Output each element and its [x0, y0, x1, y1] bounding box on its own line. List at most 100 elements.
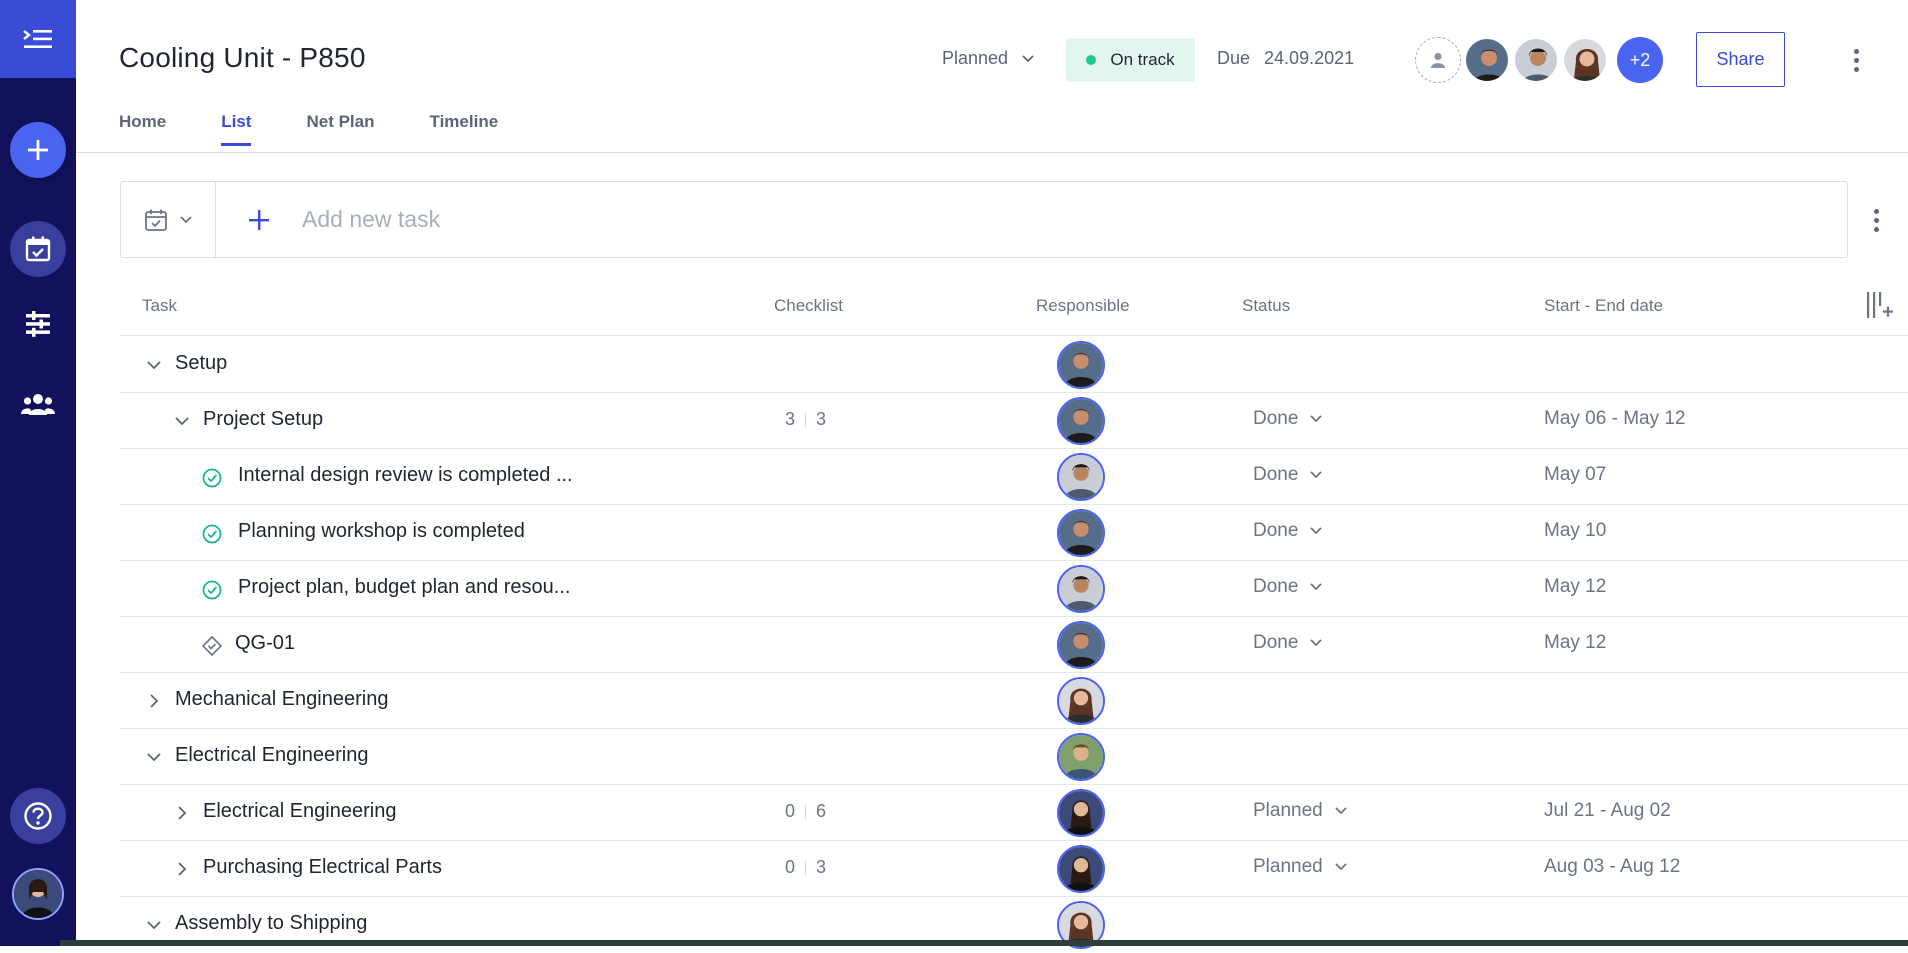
status-label: Done [1253, 464, 1299, 485]
member-avatar[interactable] [1464, 37, 1510, 83]
task-dates[interactable]: May 07 [1544, 464, 1606, 486]
milestone-diamond-icon[interactable] [201, 635, 223, 657]
responsible-avatar[interactable] [1057, 789, 1105, 837]
chevron-down-icon[interactable] [142, 745, 166, 769]
table-row[interactable]: Electrical Engineering 06 Planned Jul 21… [120, 785, 1908, 841]
checklist-done: 0 [785, 801, 796, 821]
responsible-avatar[interactable] [1057, 621, 1105, 669]
column-task[interactable]: Task [142, 296, 177, 316]
column-responsible[interactable]: Responsible [1036, 296, 1130, 316]
task-dates[interactable]: May 10 [1544, 520, 1606, 542]
nav-portfolio[interactable] [16, 302, 60, 346]
status-dropdown[interactable]: Done [1253, 576, 1323, 598]
user-avatar[interactable] [12, 868, 64, 920]
help-button[interactable] [10, 788, 66, 844]
task-name[interactable]: Setup [175, 352, 227, 375]
status-dropdown[interactable]: Done [1253, 464, 1323, 486]
help-icon [24, 802, 52, 830]
checklist-total: 6 [816, 801, 827, 821]
task-dates[interactable]: Aug 03 - Aug 12 [1544, 856, 1680, 878]
table-row[interactable]: Mechanical Engineering [120, 673, 1908, 729]
responsible-avatar[interactable] [1057, 341, 1105, 389]
column-settings-icon[interactable] [1865, 290, 1895, 324]
responsible-avatar[interactable] [1057, 733, 1105, 781]
check-circle-icon[interactable] [201, 467, 223, 489]
add-button[interactable] [10, 122, 66, 178]
task-name[interactable]: Mechanical Engineering [175, 688, 388, 711]
responsible-avatar[interactable] [1057, 453, 1105, 501]
add-task-input[interactable] [302, 206, 1702, 233]
task-name[interactable]: Project plan, budget plan and resou... [238, 576, 570, 599]
status-label: Planned [1253, 856, 1323, 877]
tab-home[interactable]: Home [119, 112, 166, 146]
column-status[interactable]: Status [1242, 296, 1290, 316]
table-row[interactable]: Internal design review is completed ... … [120, 449, 1908, 505]
task-type-dropdown[interactable] [121, 182, 216, 257]
table-row[interactable]: Project plan, budget plan and resou... D… [120, 561, 1908, 617]
due-date[interactable]: Due 24.09.2021 [1217, 48, 1354, 69]
status-dropdown[interactable]: Done [1253, 632, 1323, 654]
table-row[interactable]: QG-01 Done May 12 [120, 617, 1908, 673]
chevron-down-icon [1022, 54, 1034, 62]
table-row[interactable]: Electrical Engineering [120, 729, 1908, 785]
responsible-avatar[interactable] [1057, 397, 1105, 445]
table-header: Task Checklist Responsible Status Start … [120, 290, 1908, 336]
more-members-button[interactable]: +2 [1617, 37, 1663, 83]
member-avatar[interactable] [1562, 37, 1608, 83]
table-row[interactable]: Planning workshop is completed Done May … [120, 505, 1908, 561]
responsible-avatar[interactable] [1057, 509, 1105, 557]
check-circle-icon[interactable] [201, 523, 223, 545]
table-row[interactable]: Setup [120, 337, 1908, 393]
chevron-down-icon[interactable] [142, 353, 166, 377]
column-checklist[interactable]: Checklist [774, 296, 843, 316]
tab-list[interactable]: List [221, 112, 252, 146]
status-dropdown[interactable]: Done [1253, 408, 1323, 430]
nav-my-tasks[interactable] [10, 221, 66, 277]
task-name[interactable]: Planning workshop is completed [238, 520, 525, 543]
column-dates[interactable]: Start - End date [1544, 296, 1663, 316]
share-button[interactable]: Share [1696, 32, 1785, 87]
add-task-plus-icon[interactable] [246, 207, 272, 233]
status-label: Done [1253, 632, 1299, 653]
task-dates[interactable]: Jul 21 - Aug 02 [1544, 800, 1671, 822]
nav-team[interactable] [16, 382, 60, 426]
status-dropdown[interactable]: Planned [1253, 856, 1347, 878]
responsible-avatar[interactable] [1057, 677, 1105, 725]
member-avatar[interactable] [1513, 37, 1559, 83]
task-name[interactable]: Electrical Engineering [175, 744, 368, 767]
chevron-down-icon[interactable] [142, 913, 166, 937]
window-bottom-edge [60, 940, 1908, 946]
chevron-right-icon[interactable] [170, 857, 194, 881]
responsible-avatar[interactable] [1057, 845, 1105, 893]
page-title: Cooling Unit - P850 [119, 42, 366, 73]
chevron-down-icon[interactable] [170, 409, 194, 433]
collapse-menu-icon[interactable] [0, 0, 76, 78]
task-dates[interactable]: May 12 [1544, 632, 1606, 654]
task-name[interactable]: Assembly to Shipping [175, 912, 367, 935]
add-member-button[interactable] [1415, 37, 1461, 83]
more-options-icon[interactable] [1846, 44, 1866, 76]
task-dates[interactable]: May 12 [1544, 576, 1606, 598]
chevron-right-icon[interactable] [170, 801, 194, 825]
task-name[interactable]: Internal design review is completed ... [238, 464, 573, 487]
task-name[interactable]: Purchasing Electrical Parts [203, 856, 442, 879]
status-dropdown[interactable]: Done [1253, 520, 1323, 542]
chevron-down-icon [1310, 583, 1323, 591]
add-task-bar [120, 181, 1848, 258]
task-name[interactable]: QG-01 [235, 632, 295, 655]
task-name[interactable]: Project Setup [203, 408, 323, 431]
task-dates[interactable]: May 06 - May 12 [1544, 408, 1686, 430]
table-row[interactable]: Purchasing Electrical Parts 03 Planned A… [120, 841, 1908, 897]
tab-net-plan[interactable]: Net Plan [306, 112, 374, 146]
health-status-badge[interactable]: On track [1066, 38, 1195, 82]
table-row[interactable]: Project Setup 33 Done May 06 - May 12 [120, 393, 1908, 449]
responsible-avatar[interactable] [1057, 565, 1105, 613]
chevron-right-icon[interactable] [142, 689, 166, 713]
status-dropdown[interactable]: Planned [1253, 800, 1347, 822]
status-label: Done [1253, 408, 1299, 429]
list-more-options-icon[interactable] [1866, 205, 1886, 235]
task-name[interactable]: Electrical Engineering [203, 800, 396, 823]
check-circle-icon[interactable] [201, 579, 223, 601]
project-state-dropdown[interactable]: Planned [942, 48, 1034, 69]
tab-timeline[interactable]: Timeline [430, 112, 499, 146]
